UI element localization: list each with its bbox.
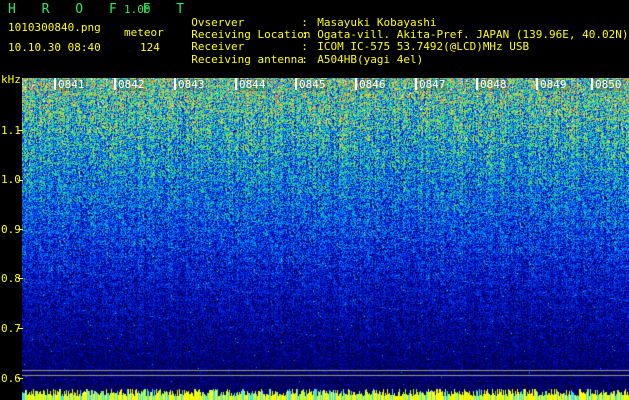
- meteor-label: meteor: [124, 26, 164, 39]
- time-label: 0841: [57, 78, 86, 91]
- time-label: 0844: [238, 78, 267, 91]
- time-mark: [174, 78, 176, 90]
- app-title: H R O F F T: [8, 2, 194, 17]
- y-tick-mark: [18, 130, 23, 131]
- time-label: 0842: [117, 78, 146, 91]
- time-label: 0846: [358, 78, 387, 91]
- y-tick-mark: [18, 378, 23, 379]
- time-mark: [536, 78, 538, 90]
- info-key: Receiving antenna: [191, 53, 304, 66]
- info-separator: :: [301, 53, 308, 66]
- y-tick-mark: [18, 229, 23, 230]
- time-label: 0849: [539, 78, 568, 91]
- time-mark: [295, 78, 297, 90]
- app-version: 1.00: [124, 3, 151, 16]
- time-label: 0843: [177, 78, 206, 91]
- y-tick-mark: [18, 180, 23, 181]
- time-mark: [235, 78, 237, 90]
- time-label: 0848: [479, 78, 508, 91]
- time-mark: [355, 78, 357, 90]
- info-row-antenna: Receiving antenna: A504HB(yagi 4el): [178, 40, 423, 66]
- time-label: 0850: [594, 78, 623, 91]
- time-mark: [114, 78, 116, 90]
- date-time: 10.10.30 08:40: [8, 41, 101, 54]
- time-label: 0845: [298, 78, 327, 91]
- file-name: 1010300840.png: [8, 21, 101, 34]
- y-tick-mark: [18, 328, 23, 329]
- spectrogram: [22, 78, 629, 400]
- time-mark: [415, 78, 417, 90]
- time-label: 0847: [418, 78, 447, 91]
- y-tick-mark: [18, 278, 23, 279]
- time-mark: [476, 78, 478, 90]
- meteor-count: 124: [140, 41, 160, 54]
- info-value: A504HB(yagi 4el): [317, 53, 424, 66]
- y-axis-unit: kHz: [1, 73, 21, 86]
- time-mark: [591, 78, 593, 90]
- time-mark: [54, 78, 56, 90]
